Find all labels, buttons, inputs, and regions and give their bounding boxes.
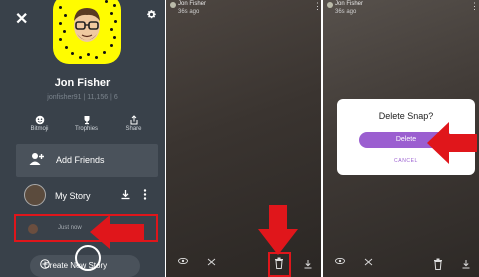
trash-icon[interactable] bbox=[433, 258, 443, 270]
bitmoji-action[interactable]: Bitmoji bbox=[16, 113, 63, 139]
profile-name: Jon Fisher bbox=[54, 77, 111, 89]
arrow-left-icon bbox=[90, 215, 144, 249]
share-icon bbox=[130, 115, 137, 125]
profile-username: jonfisher91 | 11,156 | 6 bbox=[47, 94, 118, 101]
create-story-button[interactable]: Create New Story bbox=[44, 261, 154, 270]
profile-panel: ✕ Jon Fisher jonfisher91 | 11,156 | 6 Bi… bbox=[0, 0, 165, 277]
views-icon[interactable] bbox=[176, 257, 190, 266]
snap-author-avatar bbox=[327, 2, 333, 8]
download-icon[interactable] bbox=[120, 189, 131, 200]
quick-actions: Bitmoji Trophies Share bbox=[16, 113, 158, 139]
snap-author-name: Jon Fisher bbox=[178, 1, 207, 7]
snapcode[interactable] bbox=[53, 0, 121, 64]
snap-author-name: Jon Fisher bbox=[335, 1, 364, 7]
screenshots-icon[interactable] bbox=[361, 258, 375, 268]
arrow-down-icon bbox=[258, 205, 298, 255]
screenshots-icon[interactable] bbox=[204, 258, 218, 268]
my-story-label: My Story bbox=[55, 191, 91, 201]
add-friends-button[interactable]: Add Friends bbox=[16, 144, 158, 177]
bitmoji-avatar bbox=[74, 8, 100, 42]
trophy-icon bbox=[84, 116, 89, 125]
close-icon[interactable]: ✕ bbox=[15, 9, 28, 29]
views-icon[interactable] bbox=[333, 257, 347, 266]
download-icon[interactable] bbox=[303, 259, 313, 269]
share-action[interactable]: Share bbox=[110, 113, 157, 139]
snap-author-avatar bbox=[170, 2, 176, 8]
more-options-icon[interactable]: ⋮ bbox=[313, 1, 321, 12]
story-avatar bbox=[24, 184, 46, 206]
more-options-icon[interactable] bbox=[143, 189, 147, 200]
delete-confirm-panel: Jon Fisher 36s ago ⋮ Delete Snap? Delete… bbox=[323, 0, 479, 277]
trophies-action[interactable]: Trophies bbox=[63, 113, 110, 139]
trash-highlight-box bbox=[268, 252, 291, 277]
download-icon[interactable] bbox=[461, 259, 471, 269]
add-friends-label: Add Friends bbox=[56, 155, 105, 165]
bitmoji-label: Bitmoji bbox=[30, 126, 49, 132]
more-options-icon[interactable]: ⋮ bbox=[470, 1, 479, 12]
snap-time-ago: 36s ago bbox=[178, 9, 200, 15]
snap-viewer-panel: Jon Fisher 36s ago ⋮ bbox=[166, 0, 321, 277]
trophies-label: Trophies bbox=[74, 126, 99, 132]
snap-time-ago: 36s ago bbox=[335, 9, 357, 15]
bitmoji-icon bbox=[35, 115, 44, 125]
my-story-row[interactable]: My Story bbox=[16, 181, 158, 211]
share-label: Share bbox=[125, 126, 142, 132]
arrow-left-icon bbox=[427, 122, 477, 164]
dialog-title: Delete Snap? bbox=[378, 111, 434, 121]
add-friend-icon bbox=[29, 153, 44, 165]
gear-icon[interactable] bbox=[146, 9, 157, 20]
